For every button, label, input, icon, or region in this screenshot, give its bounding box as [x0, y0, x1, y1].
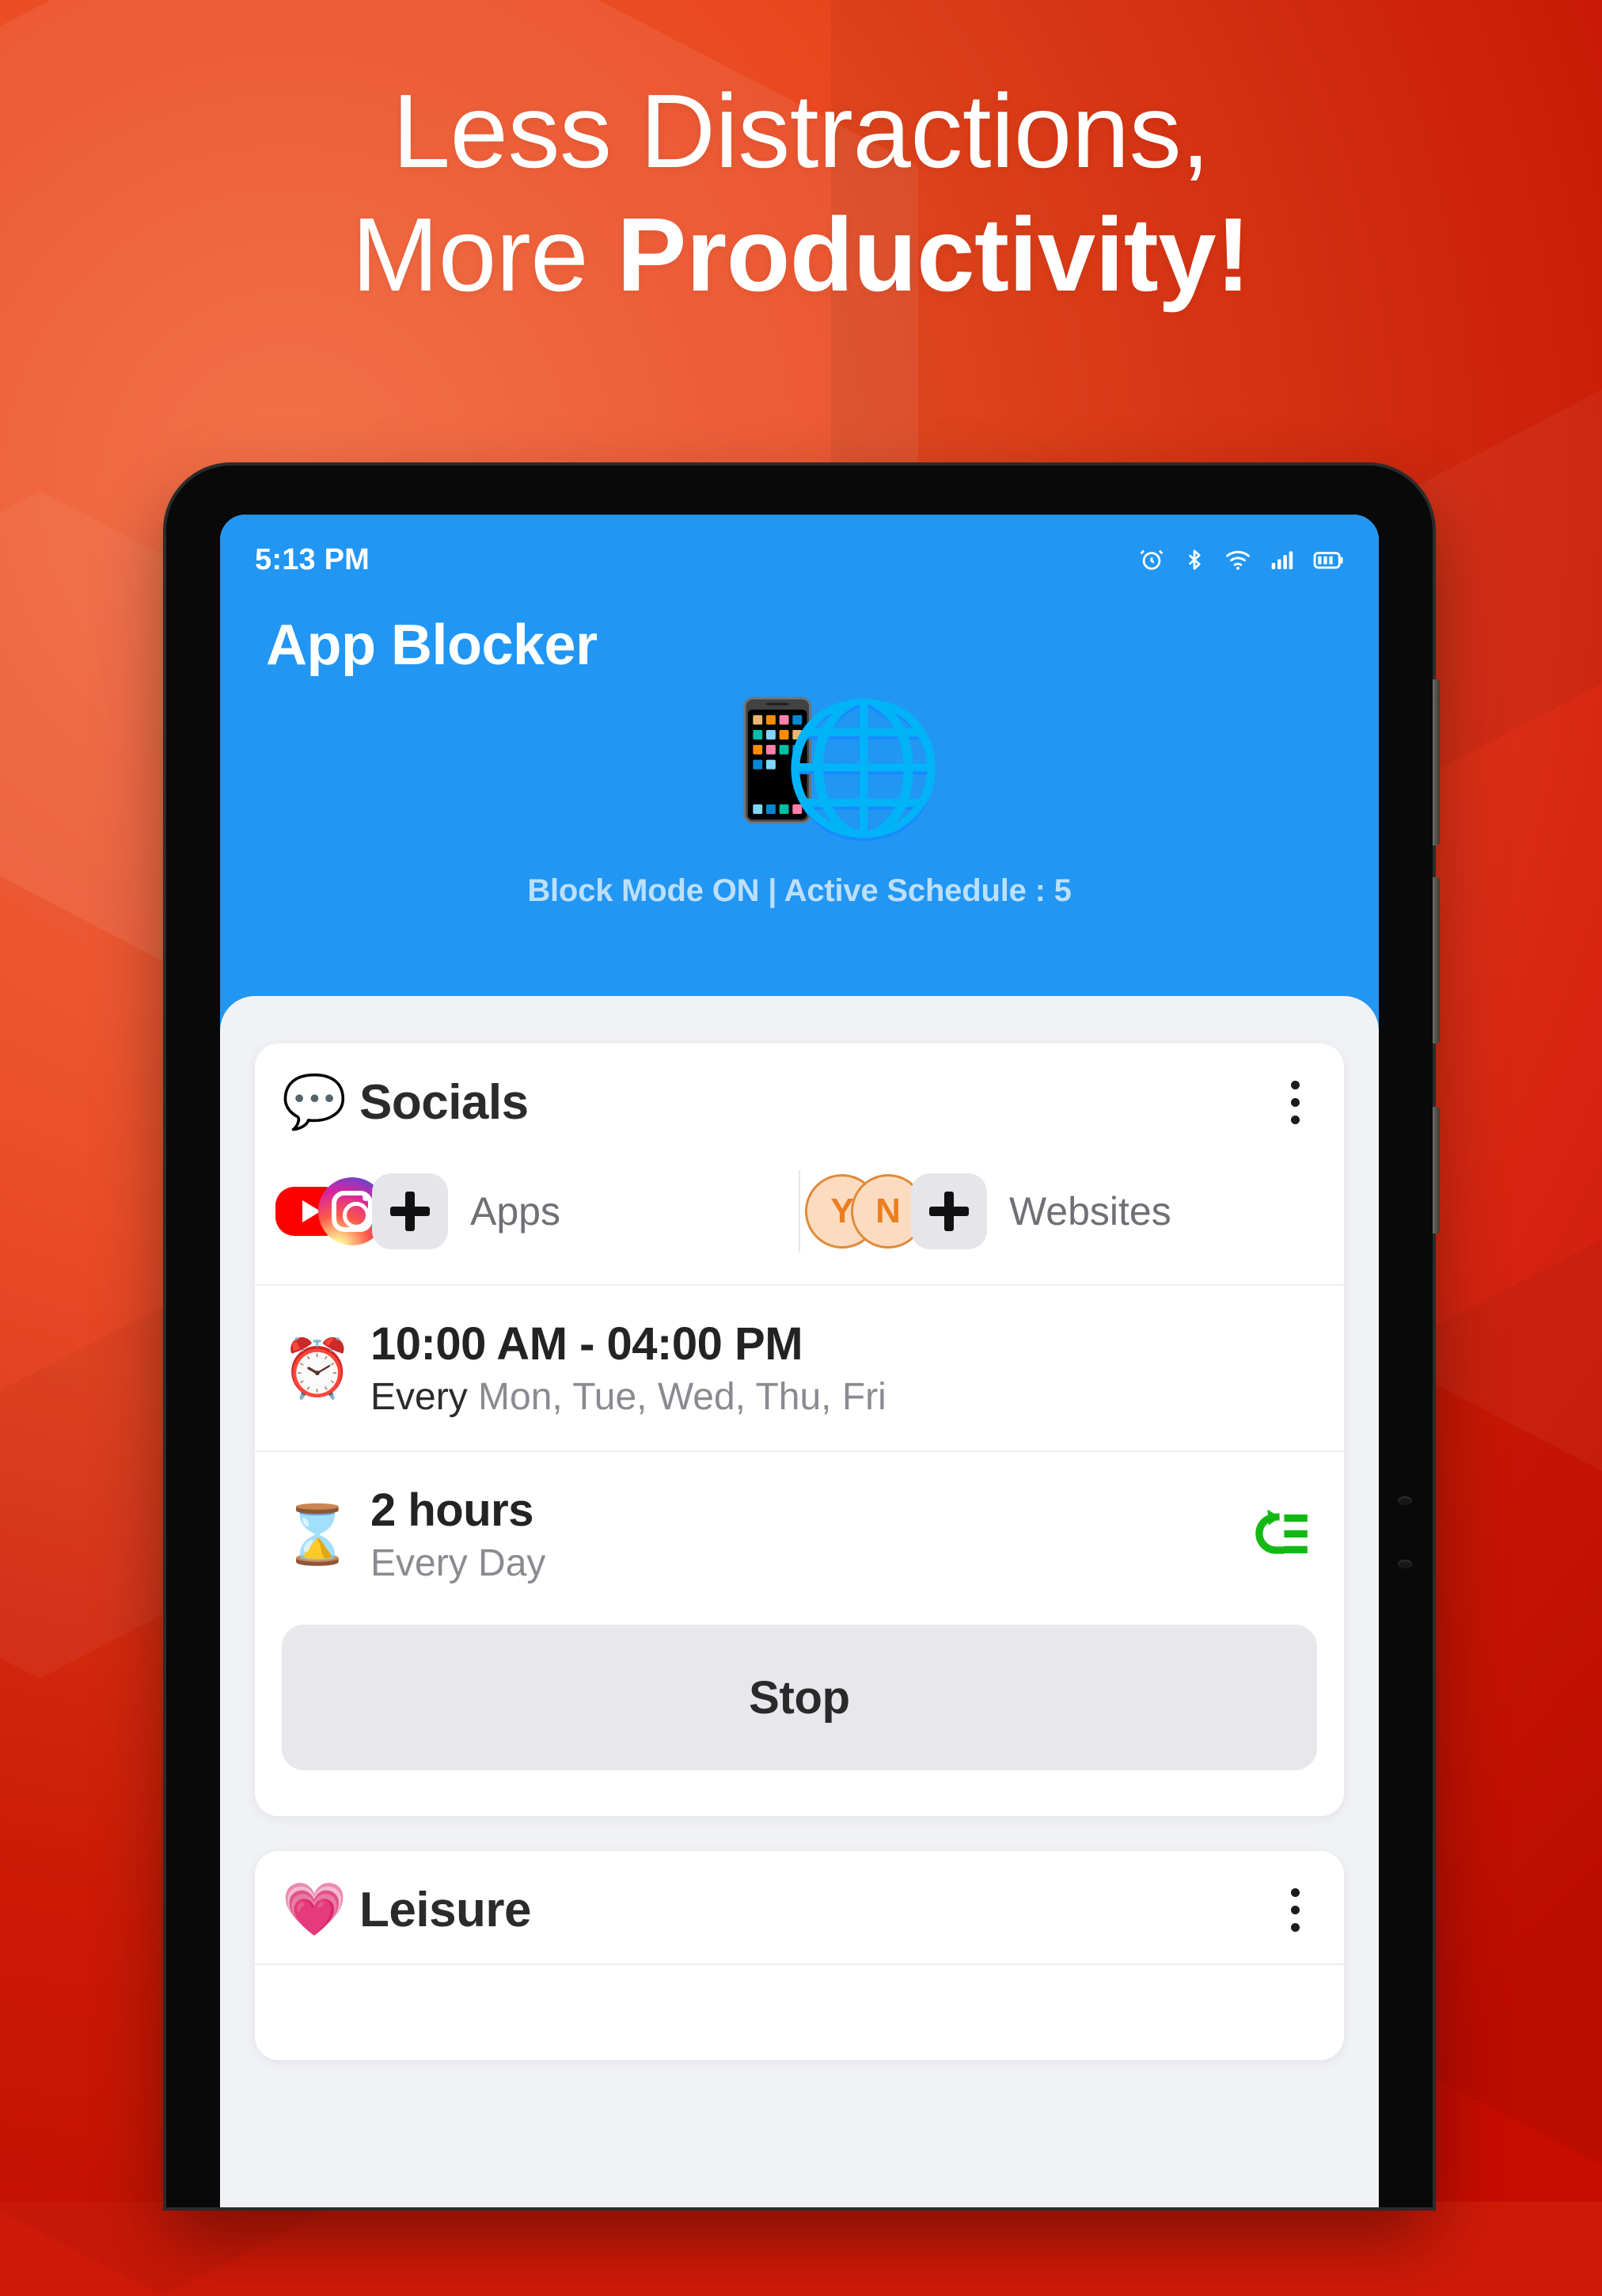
headline-line-2-bold: Productivity! [617, 196, 1251, 313]
battery-icon [1313, 552, 1343, 569]
duration-amount: 2 hours [370, 1484, 534, 1536]
promo-headline: Less Distractions, More Productivity! [0, 70, 1602, 317]
alarm-clock-icon: ⏰ [282, 1335, 353, 1401]
status-bar-icons [1138, 546, 1344, 573]
schedule-time-range: 10:00 AM - 04:00 PM [370, 1318, 803, 1370]
schedule-repeat-prefix: Every [370, 1376, 479, 1418]
apps-label: Apps [470, 1189, 560, 1234]
side-sensor-dot-2 [1398, 1560, 1412, 1568]
website-icon-stack: Y N [805, 1170, 987, 1253]
status-bar-time: 5:13 PM [255, 542, 370, 576]
reset-repeat-icon[interactable] [1238, 1506, 1317, 1563]
schedule-repeat: Every Mon, Tue, Wed, Thu, Fri [370, 1375, 1317, 1419]
duration-row[interactable]: ⌛ 2 hours Every Day [255, 1452, 1344, 1617]
section-divider [799, 1170, 800, 1253]
speech-balloon-icon: 💬 [282, 1071, 347, 1132]
schedule-card-socials[interactable]: 💬 Socials Apps Y N Websites ⏰ 10:00 AM -… [255, 1043, 1344, 1816]
page-title: App Blocker [266, 614, 598, 677]
headline-line-2-regular: More [351, 196, 617, 313]
schedule-time-row[interactable]: ⏰ 10:00 AM - 04:00 PM Every Mon, Tue, We… [255, 1286, 1344, 1450]
wifi-icon [1226, 550, 1250, 570]
app-icon-stack [275, 1170, 448, 1253]
growing-heart-icon: 💗 [282, 1879, 347, 1940]
card-header: 💗 Leisure [255, 1851, 1344, 1963]
signal-icon [1271, 551, 1293, 569]
volume-up-button[interactable] [1433, 679, 1440, 846]
block-mode-status: Block Mode ON | Active Schedule : 5 [527, 873, 1072, 908]
websites-section[interactable]: Y N Websites [805, 1170, 1323, 1253]
app-header: 5:13 PM App Blocker 📱 🌐 Block Mode ON | … [220, 515, 1379, 1037]
card-title: Leisure [359, 1882, 532, 1937]
add-app-button[interactable] [372, 1173, 448, 1249]
apps-section[interactable]: Apps [275, 1170, 794, 1253]
power-button[interactable] [1433, 1107, 1440, 1234]
phone-screen: 5:13 PM App Blocker 📱 🌐 Block Mode ON | … [220, 515, 1379, 2207]
duration-frequency: Every Day [370, 1542, 546, 1584]
globe-icon: 🌐 [782, 692, 945, 844]
schedule-details: 10:00 AM - 04:00 PM Every Mon, Tue, Wed,… [370, 1317, 1317, 1419]
duration-details: 2 hours Every Day [370, 1484, 1238, 1585]
bluetooth-icon [1188, 549, 1201, 570]
overflow-menu-icon[interactable] [1273, 1072, 1317, 1132]
blocked-items-row: Apps Y N Websites [255, 1156, 1344, 1284]
headline-line-1: Less Distractions, [392, 73, 1210, 189]
content-sheet: 💬 Socials Apps Y N Websites ⏰ 10:00 AM -… [220, 996, 1379, 2207]
card-title: Socials [359, 1074, 529, 1130]
hero-illustration: 📱 🌐 [220, 695, 1379, 865]
status-bar: 5:13 PM [220, 535, 1379, 584]
overflow-menu-icon[interactable] [1273, 1880, 1317, 1940]
stop-button[interactable]: Stop [282, 1625, 1317, 1770]
action-button-wrap: Stop [255, 1617, 1344, 1816]
schedule-repeat-days: Mon, Tue, Wed, Thu, Fri [478, 1376, 886, 1418]
volume-down-button[interactable] [1433, 877, 1440, 1043]
alarm-icon [1140, 549, 1164, 570]
hourglass-icon: ⌛ [282, 1501, 353, 1568]
card-header: 💬 Socials [255, 1043, 1344, 1156]
add-website-button[interactable] [911, 1173, 987, 1249]
phone-mockup-frame: 5:13 PM App Blocker 📱 🌐 Block Mode ON | … [166, 466, 1440, 2207]
websites-label: Websites [1009, 1189, 1171, 1234]
headline-line-2: More Productivity! [0, 193, 1602, 317]
side-sensor-dot-1 [1398, 1496, 1412, 1505]
schedule-card-leisure[interactable]: 💗 Leisure [255, 1851, 1344, 2060]
